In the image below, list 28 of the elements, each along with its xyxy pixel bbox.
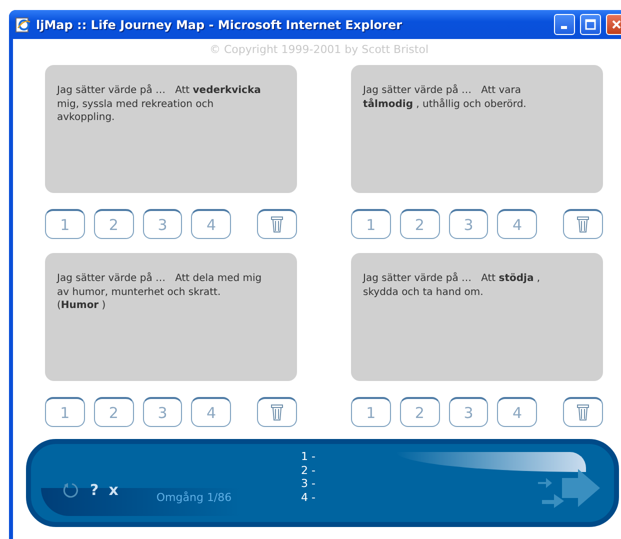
rank-button[interactable]: 4 bbox=[191, 397, 232, 427]
rank-button[interactable]: 3 bbox=[142, 397, 182, 427]
rank-button[interactable]: 2 bbox=[400, 397, 440, 427]
rank-button[interactable]: 2 bbox=[94, 397, 134, 427]
rank-button[interactable]: 1 bbox=[351, 397, 391, 427]
rank-button[interactable]: 2 bbox=[400, 209, 440, 239]
rank-button[interactable]: 4 bbox=[497, 397, 538, 427]
statement-text: Jag sätter värde på … Att stödja , skydda och ta hand om. bbox=[363, 272, 542, 299]
statement-text: Jag sätter värde på … Att dela med mig av humor, munterhet och skratt. (Humor ) bbox=[57, 272, 262, 312]
ranking-line: 3 - bbox=[301, 477, 316, 490]
rank-button[interactable]: 3 bbox=[448, 209, 488, 239]
rank-button[interactable]: 1 bbox=[351, 209, 391, 239]
window-title: ljMap :: Life Journey Map - Microsoft Internet Explorer bbox=[36, 18, 404, 32]
rank-button[interactable]: 1 bbox=[45, 209, 85, 239]
statement-text: Jag sätter värde på … Att vara tålmodig , uthållig och oberörd. bbox=[363, 84, 528, 111]
exit-link[interactable]: x bbox=[108, 481, 118, 499]
round-counter: Omgång 1/86 bbox=[156, 490, 232, 504]
ranking-line: 2 - bbox=[301, 464, 316, 477]
rank-button[interactable]: 3 bbox=[448, 397, 488, 427]
rank-button[interactable]: 3 bbox=[142, 209, 182, 239]
rank-button[interactable]: 4 bbox=[191, 209, 232, 239]
rank-button[interactable]: 1 bbox=[45, 397, 85, 427]
statement-text: Jag sätter värde på … Att vederkvicka mig, syssla med rekreation och avkoppling. bbox=[57, 84, 262, 124]
help-link[interactable]: ? bbox=[90, 481, 99, 499]
ranking-line: 1 - bbox=[301, 450, 316, 464]
rank-button[interactable]: 4 bbox=[497, 209, 538, 239]
rank-button[interactable]: 2 bbox=[94, 209, 134, 239]
ranking-line: 4 - bbox=[301, 490, 316, 504]
